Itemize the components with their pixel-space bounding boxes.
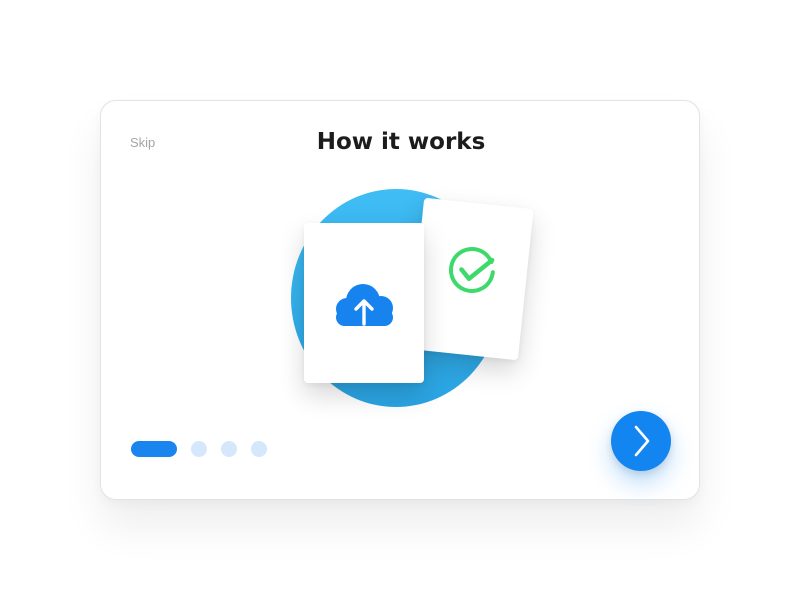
- pagination-dot-4[interactable]: [251, 441, 267, 457]
- pagination-dot-3[interactable]: [221, 441, 237, 457]
- check-circle-icon: [448, 247, 495, 293]
- onboarding-card: Skip How it works: [100, 100, 700, 500]
- how-it-works-illustration: [281, 189, 541, 419]
- document-back: [408, 197, 534, 361]
- page-title: How it works: [316, 129, 486, 155]
- chevron-right-icon: [634, 425, 650, 457]
- pagination-dot-2[interactable]: [191, 441, 207, 457]
- onboarding-stage: Skip How it works: [0, 0, 800, 600]
- next-button[interactable]: [611, 411, 671, 471]
- document-front: [304, 223, 424, 383]
- cloud-upload-icon: [336, 284, 393, 326]
- pagination-dots: [131, 441, 281, 457]
- pagination-dot-1[interactable]: [131, 441, 177, 457]
